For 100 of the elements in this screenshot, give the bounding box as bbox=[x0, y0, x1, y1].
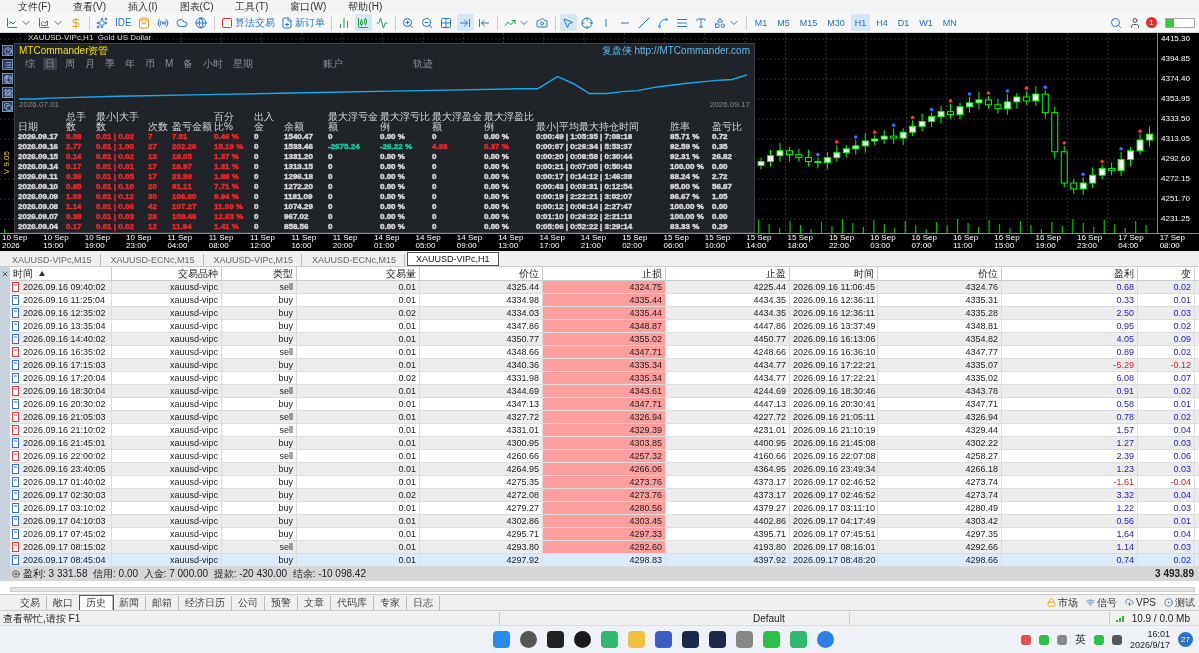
column-header[interactable]: 止损 bbox=[543, 267, 666, 280]
globe-button[interactable] bbox=[192, 14, 210, 31]
panel-tab[interactable]: M bbox=[163, 58, 176, 71]
table-row[interactable]: 2026.09.16 17:20:04 xauusd-vipc buy 0.02 4331.98 4335.34 4434.77 2026.09.16 17:22:21 4335.02 6.08 0.07 bbox=[10, 372, 1199, 385]
app-icon[interactable] bbox=[681, 631, 699, 648]
app-icon[interactable] bbox=[708, 631, 726, 648]
panel-tab[interactable]: 年 bbox=[123, 58, 137, 71]
terminal-tab[interactable]: 专家 bbox=[374, 595, 407, 610]
auto-scroll-button[interactable] bbox=[456, 14, 474, 31]
column-header[interactable]: 交易品种 bbox=[112, 267, 222, 280]
column-header[interactable]: 变 bbox=[1138, 267, 1195, 280]
terminal-link[interactable]: 测试 bbox=[1160, 595, 1199, 610]
grid-button[interactable] bbox=[2, 87, 13, 98]
terminal-tab[interactable]: 交易 bbox=[14, 595, 47, 610]
menu-item[interactable]: 工具(T) bbox=[235, 0, 269, 13]
terminal-tab[interactable]: 邮箱 bbox=[146, 595, 179, 610]
table-row[interactable]: 2026.09.16 09:40:02 xauusd-vipc sell 0.01 4325.44 4324.75 4225.44 2026.09.16 11:06:45 4324.76 0.68 0.02 bbox=[10, 281, 1199, 294]
input-method-indicator[interactable]: 英 bbox=[1074, 632, 1086, 647]
panel-tab[interactable]: 币 bbox=[143, 58, 157, 71]
timeframe-button[interactable]: M30 bbox=[823, 14, 849, 31]
horizontal-scrollbar[interactable] bbox=[10, 587, 1195, 592]
timeframe-button[interactable]: H1 bbox=[850, 14, 871, 31]
terminal-tab[interactable]: 代码库 bbox=[331, 595, 374, 610]
timeframe-button[interactable]: D1 bbox=[893, 14, 914, 31]
panel-tab[interactable]: 周 bbox=[63, 58, 77, 71]
tray-icon[interactable] bbox=[1020, 634, 1031, 645]
column-header[interactable]: 类型 bbox=[222, 267, 297, 280]
timeframe-button[interactable]: M5 bbox=[773, 14, 794, 31]
tray-icon[interactable] bbox=[1038, 634, 1049, 645]
candlestick-button[interactable] bbox=[354, 14, 372, 31]
panel-tab[interactable]: 备 bbox=[181, 58, 196, 71]
terminal-tab[interactable]: 日志 bbox=[407, 595, 440, 610]
column-header[interactable]: 价位 bbox=[420, 267, 543, 280]
column-header[interactable]: 止盈 bbox=[666, 267, 790, 280]
menu-item[interactable]: 帮助(H) bbox=[348, 0, 383, 13]
timeframe-button[interactable]: M15 bbox=[795, 14, 822, 31]
website-link[interactable]: 复盘侠 http://MTCommander.com bbox=[601, 45, 750, 57]
table-row[interactable]: 2026.09.16 23:40:05 xauusd-vipc buy 0.01 4264.95 4266.06 4364.95 2026.09.16 23:49:34 4266.18 1.23 0.03 bbox=[10, 463, 1199, 476]
terminal-link[interactable]: VPS bbox=[1121, 597, 1160, 608]
table-row[interactable]: 2026.09.17 03:10:02 xauusd-vipc buy 0.01 4279.27 4280.56 4379.27 2026.09.17 03:11:10 4280.49 1.22 0.03 bbox=[10, 502, 1199, 515]
algo-trading-button[interactable]: 算法交易 bbox=[218, 14, 277, 31]
menu-item[interactable]: 文件(F) bbox=[18, 0, 51, 13]
terminal-link[interactable]: 信号 bbox=[1082, 595, 1121, 610]
menu-item[interactable]: 图表(C) bbox=[179, 0, 214, 13]
panel-tab[interactable]: 账户 bbox=[321, 58, 346, 71]
terminal-tab[interactable]: 经济日历 bbox=[179, 595, 232, 610]
table-row[interactable]: 2026.09.16 17:15:03 xauusd-vipc buy 0.01 4340.36 4335.34 4434.77 2026.09.16 17:22:21 4335.07 -5.29 -0.12 bbox=[10, 359, 1199, 372]
app-icon[interactable] bbox=[573, 631, 591, 648]
ide-button[interactable]: IDE bbox=[113, 14, 134, 31]
table-row[interactable]: 2026.09.16 16:35:02 xauusd-vipc sell 0.01 4348.66 4347.71 4248.66 2026.09.16 16:36:10 4347.77 0.89 0.02 bbox=[10, 346, 1199, 359]
terminal-tab[interactable]: 文章 bbox=[298, 595, 331, 610]
table-button[interactable] bbox=[2, 73, 13, 84]
table-row[interactable]: 2026.09.16 21:10:02 xauusd-vipc sell 0.01 4331.01 4329.39 4231.01 2026.09.16 21:10:19 4329.44 1.57 0.04 bbox=[10, 424, 1199, 437]
table-row[interactable]: 2026.09.17 08:15:02 xauusd-vipc sell 0.01 4293.80 4292.60 4193.80 2026.09.17 08:16:01 4292.66 1.14 0.03 bbox=[10, 541, 1199, 554]
table-row[interactable]: 2026.09.16 21:45:01 xauusd-vipc buy 0.01 4300.95 4303.85 4400.95 2026.09.16 21:45:08 4302.22 1.27 0.03 bbox=[10, 437, 1199, 450]
panel-tab[interactable]: 星期 bbox=[231, 58, 256, 71]
column-header[interactable]: 盈利 bbox=[1002, 267, 1138, 280]
table-row[interactable]: 2026.09.17 08:45:04 xauusd-vipc buy 0.01 4297.92 4298.83 4397.92 2026.09.17 08:48:20 4298.66 0.74 0.02 bbox=[10, 554, 1199, 567]
table-row[interactable]: 2026.09.16 13:35:04 xauusd-vipc buy 0.01 4347.86 4348.87 4447.86 2026.09.16 13:37:49 4348.81 0.95 0.02 bbox=[10, 320, 1199, 333]
crosshair-button[interactable] bbox=[578, 14, 596, 31]
table-row[interactable]: 2026.09.17 07:45:02 xauusd-vipc buy 0.01 4295.71 4297.33 4395.71 2026.09.17 07:45:51 4297.35 1.64 0.04 bbox=[10, 528, 1199, 541]
column-header[interactable]: 交易量 bbox=[297, 267, 420, 280]
terminal-tab[interactable]: 预警 bbox=[265, 595, 298, 610]
table-row[interactable]: 2026.09.17 01:40:02 xauusd-vipc buy 0.01 4275.35 4273.76 4373.17 2026.09.17 02:46:52 4273.74 -1.61 -0.04 bbox=[10, 476, 1199, 489]
timeframe-button[interactable]: W1 bbox=[915, 14, 937, 31]
chart-tab[interactable]: XAUUSD-VIPc,H1 bbox=[407, 252, 499, 266]
table-row[interactable]: 2026.09.17 04:10:03 xauusd-vipc buy 0.01 4302.86 4303.45 4402.86 2026.09.17 04:17:49 4303.42 0.56 0.01 bbox=[10, 515, 1199, 528]
clock[interactable]: 16:01 2026/9/17 bbox=[1129, 628, 1170, 651]
table-row[interactable]: 2026.09.17 02:30:03 xauusd-vipc buy 0.02 4272.08 4273.76 4373.17 2026.09.17 02:46:52 4273.74 3.32 0.04 bbox=[10, 489, 1199, 502]
column-header[interactable]: 时间 bbox=[10, 267, 112, 280]
terminal-tab[interactable]: 历史 bbox=[80, 595, 113, 610]
column-header[interactable]: 时间 bbox=[790, 267, 878, 280]
help-button[interactable] bbox=[2, 45, 13, 56]
table-row[interactable]: 2026.09.16 18:30:04 xauusd-vipc sell 0.01 4344.69 4343.61 4244.69 2026.09.16 18:30:46 4343.78 0.91 0.02 bbox=[10, 385, 1199, 398]
timeframe-button[interactable]: H4 bbox=[872, 14, 892, 31]
menu-item[interactable]: 查看(V) bbox=[72, 0, 107, 13]
terminal-tab[interactable]: 公司 bbox=[232, 595, 265, 610]
table-row[interactable]: 2026.09.16 20:30:02 xauusd-vipc buy 0.01 4347.13 4347.71 4447.13 2026.09.16 20:30:41 4347.71 0.58 0.01 bbox=[10, 398, 1199, 411]
column-header[interactable]: 价位 bbox=[878, 267, 1002, 280]
table-row[interactable]: 2026.09.16 22:00:02 xauusd-vipc sell 0.01 4260.66 4257.32 4160.66 2026.09.16 22:07:08 4258.27 2.39 0.06 bbox=[10, 450, 1199, 463]
copy-button[interactable] bbox=[2, 101, 13, 112]
panel-tab[interactable]: 小时 bbox=[201, 58, 226, 71]
table-row[interactable]: 2026.09.16 11:25:04 xauusd-vipc buy 0.01 4334.98 4335.44 4434.35 2026.09.16 12:36:11 4335.31 0.33 0.01 bbox=[10, 294, 1199, 307]
terminal-link[interactable]: 市场 bbox=[1043, 595, 1082, 610]
tray-icon[interactable] bbox=[1056, 634, 1067, 645]
list-button[interactable] bbox=[2, 59, 13, 70]
new-order-button[interactable]: 新订单 bbox=[278, 14, 327, 31]
timeframe-button[interactable]: MN bbox=[938, 14, 961, 31]
panel-tab[interactable]: 月 bbox=[83, 58, 97, 71]
tray-icon[interactable] bbox=[1093, 634, 1104, 645]
table-row[interactable]: 2026.09.16 21:05:03 xauusd-vipc sell 0.01 4327.72 4326.94 4227.72 2026.09.16 21:05:11 4326.94 0.78 0.02 bbox=[10, 411, 1199, 424]
table-row[interactable]: 2026.09.16 12:35:02 xauusd-vipc buy 0.02 4334.03 4335.44 4434.35 2026.09.16 12:36:11 4335.28 2.50 0.03 bbox=[10, 307, 1199, 320]
menu-item[interactable]: 窗口(W) bbox=[290, 0, 327, 13]
panel-tab[interactable]: 季 bbox=[103, 58, 117, 71]
menu-item[interactable]: 插入(I) bbox=[128, 0, 158, 13]
panel-tab[interactable]: 轨迹 bbox=[411, 58, 436, 71]
panel-tab[interactable]: 综 bbox=[23, 58, 37, 71]
timeframe-button[interactable]: M1 bbox=[750, 14, 772, 31]
terminal-tab[interactable]: 新闻 bbox=[113, 595, 146, 610]
cursor-button[interactable] bbox=[559, 14, 577, 31]
